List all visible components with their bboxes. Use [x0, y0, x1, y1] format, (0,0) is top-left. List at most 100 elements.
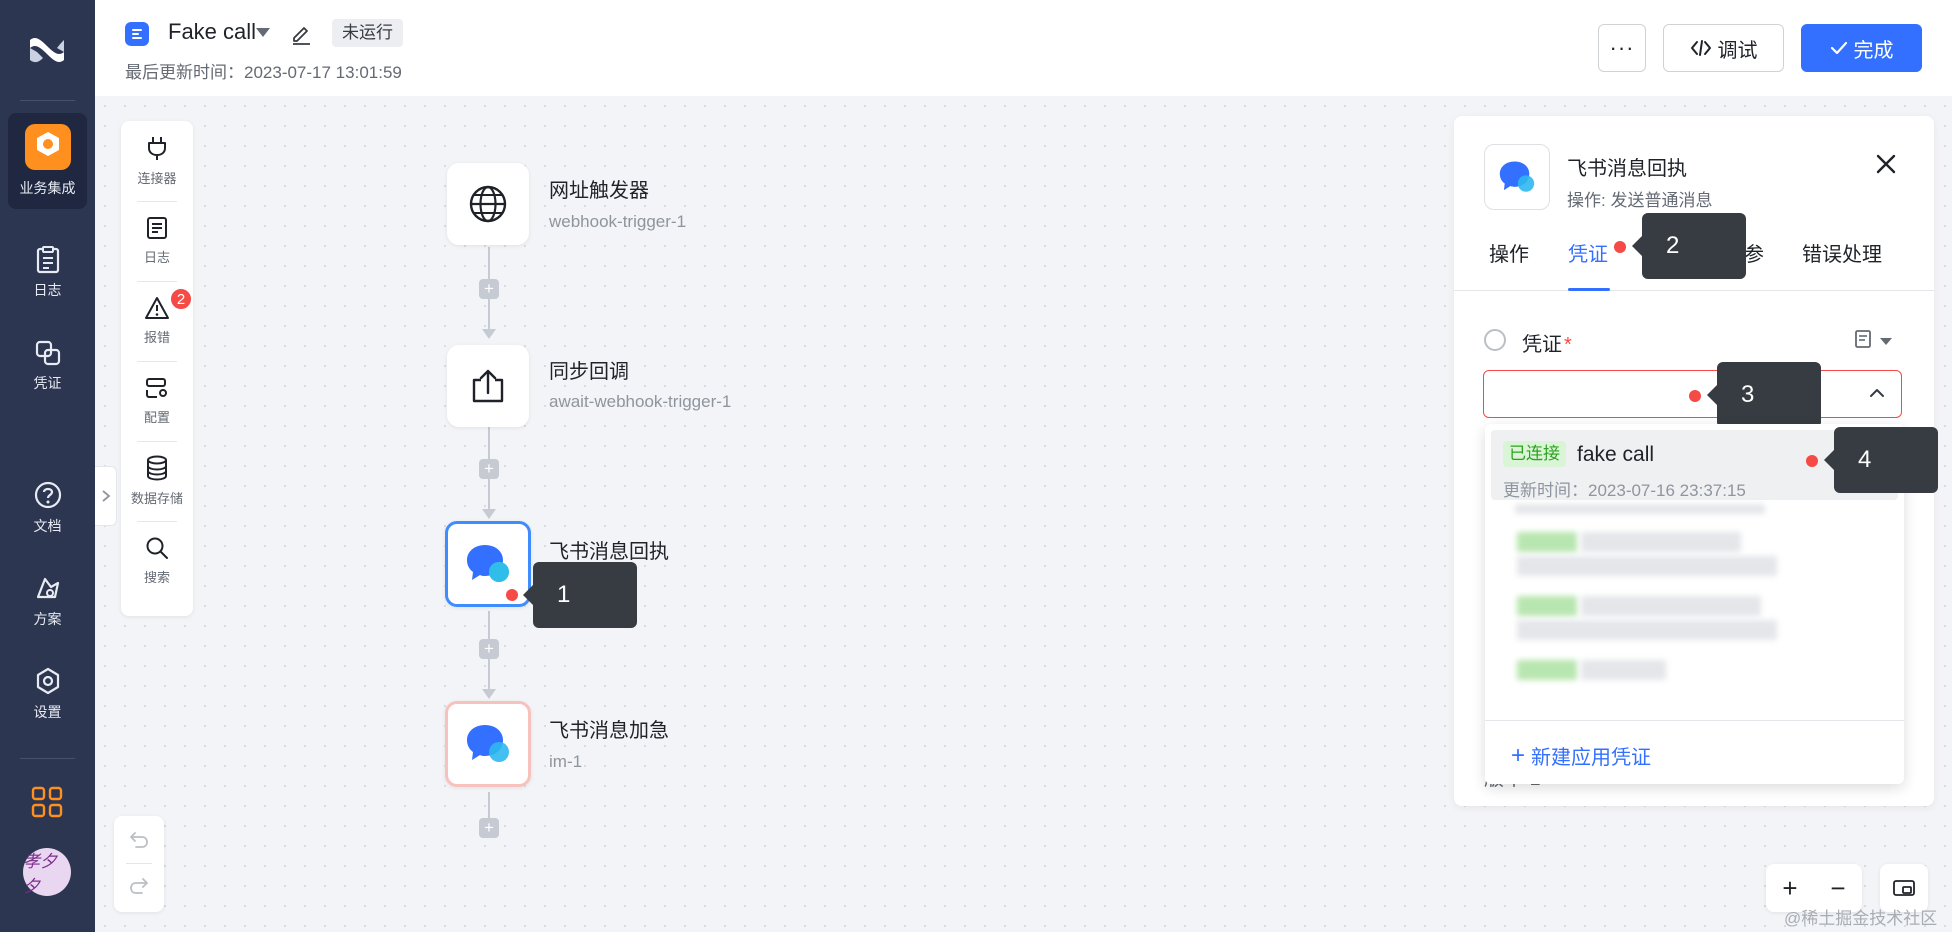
credential-radio[interactable]: [1484, 329, 1506, 351]
tool-label: 配置: [143, 410, 170, 425]
connector-line: [488, 479, 490, 509]
option-name: fake call: [1577, 443, 1655, 466]
panel-title: 飞书消息回执: [1567, 158, 1687, 180]
node-title: 网址触发器: [549, 180, 649, 202]
nav-item-integration[interactable]: 业务集成: [8, 113, 87, 209]
tab-credential[interactable]: 凭证: [1568, 241, 1608, 269]
tab-operation[interactable]: 操作: [1489, 241, 1529, 269]
upload-icon: [472, 369, 504, 403]
database-icon: [147, 455, 167, 481]
node-title: 飞书消息加急: [549, 720, 669, 742]
tool-label: 搜索: [143, 570, 170, 585]
connector-arrow: [482, 689, 496, 699]
plus-icon: +: [1511, 741, 1526, 769]
add-step-button[interactable]: +: [479, 639, 499, 659]
last-updated-text: 最后更新时间：2023-07-17 13:01:59: [125, 63, 402, 82]
node-subtitle: webhook-trigger-1: [549, 212, 687, 231]
chevron-down-icon[interactable]: [1880, 338, 1892, 345]
required-mark: *: [1564, 334, 1572, 356]
redacted-tag: [1517, 532, 1577, 552]
redacted-row: [1581, 660, 1666, 680]
redacted-tag: [1517, 660, 1577, 680]
chat-bubble-icon: [467, 545, 509, 582]
add-step-button[interactable]: +: [479, 279, 499, 299]
apps-grid-icon[interactable]: [30, 785, 64, 824]
annotation-callout-2: 2: [1632, 213, 1746, 279]
dropdown-footer: + 新建应用凭证: [1485, 720, 1904, 784]
error-marker-dot: [1614, 241, 1626, 253]
connector-line: [488, 659, 490, 689]
connector-line: [488, 792, 490, 818]
chevron-right-icon: [101, 490, 110, 502]
tool-label: 日志: [143, 250, 170, 265]
credential-field-label: 凭证 *: [1522, 328, 1572, 357]
more-label: ···: [1609, 35, 1635, 60]
redacted-row: [1581, 532, 1741, 552]
annotation-callout-3: 3: [1707, 362, 1821, 428]
flow-node-feishu-receipt[interactable]: [445, 521, 531, 607]
nav-item-solutions[interactable]: 方案: [8, 553, 87, 649]
tool-search[interactable]: 搜索: [121, 521, 193, 601]
close-icon[interactable]: [1874, 152, 1898, 181]
nav-item-credential[interactable]: 凭证: [8, 318, 87, 414]
tool-datastore[interactable]: 数据存储: [121, 441, 193, 521]
flow-node-webhook-trigger[interactable]: [447, 163, 529, 245]
nav-label: 日志: [33, 282, 62, 298]
avatar[interactable]: 孝夕夕: [23, 848, 71, 897]
flow-icon: [125, 22, 149, 46]
search-icon: [146, 537, 168, 559]
app-integration-icon: [24, 124, 71, 170]
check-icon: [1830, 41, 1847, 55]
redacted-row: [1517, 556, 1777, 576]
edit-icon[interactable]: [289, 21, 313, 50]
redacted-row: [1581, 596, 1761, 616]
flow-node-sync-callback[interactable]: [447, 345, 529, 427]
done-button[interactable]: 完成: [1801, 24, 1922, 72]
zoom-in-icon[interactable]: +: [1782, 873, 1797, 904]
connector-line: [488, 299, 490, 329]
plug-icon: [148, 137, 166, 160]
nav-label: 业务集成: [19, 180, 76, 196]
gear-icon: [36, 667, 59, 695]
nav-label: 文档: [33, 518, 62, 534]
top-header: Fake call 未运行 最后更新时间：2023-07-17 13:01:59…: [95, 0, 1952, 96]
watermark: @稀土掘金技术社区: [1784, 909, 1938, 928]
connector-line: [488, 247, 490, 279]
redo-icon[interactable]: [128, 876, 150, 901]
tool-label: 报错: [143, 330, 170, 345]
redacted-tag: [1517, 596, 1577, 616]
nav-item-log[interactable]: 日志: [8, 225, 87, 321]
doc-icon[interactable]: [1854, 329, 1872, 354]
tool-log[interactable]: 日志: [121, 201, 193, 281]
tool-config[interactable]: 配置: [121, 361, 193, 441]
zoom-out-icon[interactable]: −: [1830, 873, 1845, 904]
debug-button[interactable]: 调试: [1663, 24, 1784, 72]
redacted-row: [1515, 504, 1765, 514]
flow-node-feishu-urgent[interactable]: [445, 701, 531, 787]
tab-error-handling[interactable]: 错误处理: [1802, 241, 1882, 269]
more-button[interactable]: ···: [1598, 24, 1646, 72]
tool-connectors[interactable]: 连接器: [121, 121, 193, 201]
debug-label: 调试: [1717, 39, 1758, 62]
undo-icon[interactable]: [128, 830, 150, 855]
chat-bubble-icon: [467, 725, 509, 762]
annotation-callout-1: 1: [523, 562, 637, 628]
connected-tag: 已连接: [1503, 441, 1566, 467]
option-updated-time: 更新时间：2023-07-16 23:37:15: [1503, 481, 1746, 500]
nav-item-docs[interactable]: 文档: [8, 460, 87, 556]
expand-panel-button[interactable]: [95, 466, 117, 526]
new-credential-button[interactable]: + 新建应用凭证: [1511, 741, 1651, 770]
config-icon: [146, 378, 167, 398]
status-badge: 未运行: [332, 19, 403, 47]
chevron-down-icon[interactable]: [256, 28, 270, 37]
toolbox: 连接器 日志 报错 配置 数据存储 搜索: [121, 121, 193, 616]
flow-title[interactable]: Fake call: [168, 19, 256, 45]
add-step-button[interactable]: +: [479, 459, 499, 479]
chat-bubble-icon: [1499, 161, 1535, 192]
error-marker-dot: [506, 589, 518, 601]
brand-logo-icon[interactable]: [27, 34, 67, 66]
left-navigation: 业务集成 日志 凭证 文档 方案 设置 孝夕夕: [0, 0, 95, 932]
nav-label: 凭证: [33, 375, 62, 391]
add-step-button[interactable]: +: [479, 818, 499, 838]
nav-item-settings[interactable]: 设置: [8, 646, 87, 742]
